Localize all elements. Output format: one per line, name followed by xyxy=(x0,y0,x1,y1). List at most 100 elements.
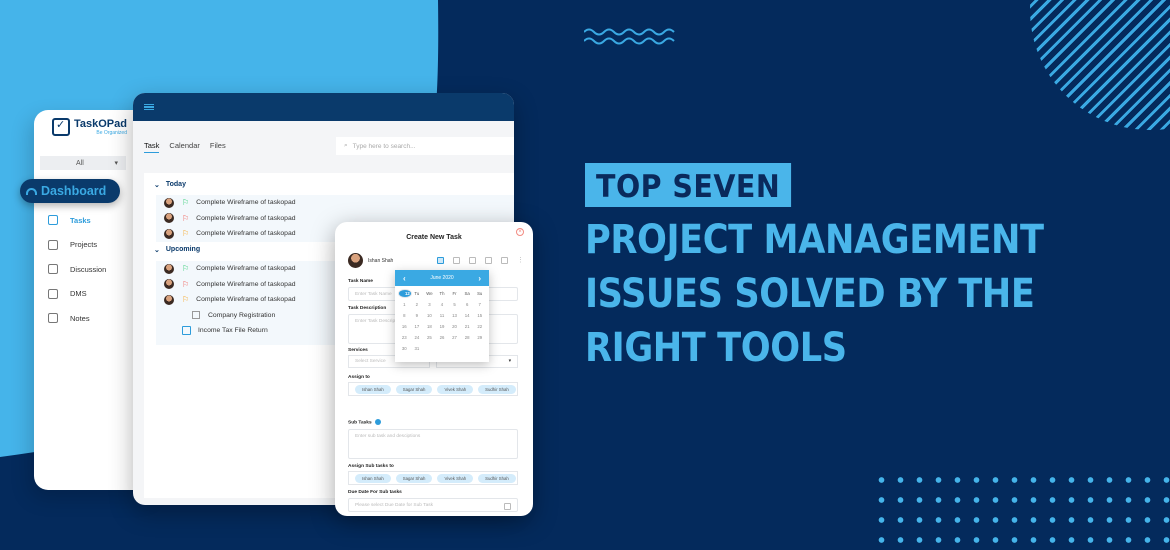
more-options-icon[interactable]: ⋮ xyxy=(517,257,524,264)
projects-icon xyxy=(48,239,58,250)
flag-icon: ⚐ xyxy=(182,295,190,305)
filter-value: All xyxy=(76,159,84,167)
calendar-day[interactable]: 22 xyxy=(473,322,486,331)
assignee-chip[interactable]: Sagar Shah xyxy=(395,384,433,394)
calendar-day[interactable]: 4 xyxy=(436,300,449,309)
sub-tasks-input[interactable]: Enter sub task and desciptions xyxy=(348,429,518,459)
task-title: Complete Wireframe of taskopad xyxy=(196,230,296,238)
add-subtask-icon[interactable] xyxy=(374,419,381,425)
group-header-today[interactable]: ⌄ Today xyxy=(154,181,186,189)
calendar-day[interactable]: 19 xyxy=(436,322,449,331)
chevron-left-icon[interactable]: ‹ xyxy=(403,274,406,283)
calendar-day[interactable]: 13 xyxy=(448,311,461,320)
calendar-day[interactable]: 3 xyxy=(423,300,436,309)
main-tabs: Task Calendar Files xyxy=(144,141,226,153)
avatar xyxy=(164,279,174,290)
close-icon[interactable]: × xyxy=(516,228,524,236)
task-row[interactable]: ⚐ Complete Wireframe of taskopad xyxy=(156,195,514,211)
calendar-day[interactable]: 1 xyxy=(398,300,411,309)
assignee-chip[interactable]: Vivek Shah xyxy=(437,473,474,483)
due-date-placeholder: Please select Due Date for Sub Task xyxy=(355,503,434,508)
sidebar-item-notes[interactable]: Notes xyxy=(48,306,106,331)
date-picker-header: ‹ June 2020 › xyxy=(395,270,489,286)
calendar-day[interactable]: 6 xyxy=(461,300,474,309)
sidebar-item-label: Discussion xyxy=(70,264,107,274)
calendar-day[interactable]: 31 xyxy=(411,344,424,353)
sub-tasks-text: Sub Tasks xyxy=(348,420,372,426)
calendar-day[interactable]: 9 xyxy=(411,311,424,320)
calendar-day[interactable]: 10 xyxy=(423,311,436,320)
sidebar-item-discussion[interactable]: Discussion xyxy=(48,257,106,282)
assignee-chip[interactable]: Sudhir Shah xyxy=(478,473,516,483)
chevron-right-icon[interactable]: › xyxy=(478,274,481,283)
search-input[interactable]: ⌕ Type here to search... xyxy=(336,137,514,155)
calendar-day[interactable]: 26 xyxy=(436,333,449,342)
calendar-day[interactable]: 20 xyxy=(448,322,461,331)
group-header-upcoming[interactable]: ⌄ Upcoming xyxy=(154,246,200,254)
assignee-chip[interactable]: Ishan Shah xyxy=(355,473,391,483)
tab-files[interactable]: Files xyxy=(210,141,226,153)
assignee-chip[interactable]: Ishan Shah xyxy=(355,384,391,394)
calendar-day[interactable]: 29 xyxy=(473,333,486,342)
subtask-icon xyxy=(192,311,200,320)
assign-to-label: Assign to xyxy=(348,375,370,380)
task-name-label: Task Name xyxy=(348,279,373,284)
flag-icon: ⚐ xyxy=(182,213,190,223)
assignee-chip[interactable]: Sudhir Shah xyxy=(478,384,516,394)
calendar-day[interactable]: 15 xyxy=(473,311,486,320)
due-date-input[interactable]: Please select Due Date for Sub Task xyxy=(348,498,518,512)
tab-task[interactable]: Task xyxy=(144,141,160,153)
sidebar-item-tasks[interactable]: Tasks xyxy=(48,208,106,233)
attachment-icon[interactable] xyxy=(485,257,492,264)
task-title: Complete Wireframe of taskopad xyxy=(196,280,296,288)
avatar xyxy=(164,213,174,224)
dot-grid-decoration xyxy=(872,470,1170,550)
users-icon[interactable] xyxy=(469,257,476,264)
calendar-day[interactable]: 14 xyxy=(461,311,474,320)
task-title: Complete Wireframe of taskopad xyxy=(196,199,296,207)
tab-calendar[interactable]: Calendar xyxy=(169,141,199,153)
calendar-day[interactable]: 8 xyxy=(398,311,411,320)
assignee-chip[interactable]: Vivek Shah xyxy=(437,384,474,394)
flag-icon[interactable] xyxy=(501,257,508,264)
group-title: Today xyxy=(165,181,186,188)
calendar-day[interactable]: 28 xyxy=(461,333,474,342)
calendar-day[interactable]: 18 xyxy=(423,322,436,331)
calendar-icon xyxy=(182,326,191,336)
task-title: Complete Wireframe of taskopad xyxy=(196,296,296,304)
calendar-day[interactable]: 7 xyxy=(473,300,486,309)
calendar-day[interactable]: 16 xyxy=(398,322,411,331)
calendar-day[interactable]: 11 xyxy=(436,311,449,320)
logo-subtitle: Be Organized xyxy=(96,130,127,136)
sidebar-item-projects[interactable]: Projects xyxy=(48,233,106,258)
headline-line: ISSUES SOLVED BY THE xyxy=(585,271,1035,317)
weekday-label: Su xyxy=(477,291,483,296)
sidebar-item-dms[interactable]: DMS xyxy=(48,282,106,307)
assignee-chip[interactable]: Sagar Shah xyxy=(395,473,433,483)
schedule-icon[interactable] xyxy=(453,257,460,264)
calendar-day-selected[interactable]: 12 xyxy=(398,289,412,298)
task-title: Complete Wireframe of taskopad xyxy=(196,214,296,222)
calendar-day[interactable]: 21 xyxy=(461,322,474,331)
dashboard-button[interactable]: Dashboard xyxy=(20,179,120,203)
calendar-day[interactable]: 30 xyxy=(398,344,411,353)
calendar-day[interactable]: 17 xyxy=(411,322,424,331)
hamburger-menu-icon[interactable] xyxy=(144,104,154,110)
calendar-day[interactable]: 2 xyxy=(411,300,424,309)
filter-select[interactable]: All ▾ xyxy=(40,156,126,170)
sidebar-menu: Tasks Projects Discussion DMS Notes xyxy=(48,208,106,331)
month-label: June 2020 xyxy=(430,275,454,281)
headline: TOP SEVEN PROJECT MANAGEMENT ISSUES SOLV… xyxy=(585,163,1106,375)
weekday-label: Tu xyxy=(414,291,420,296)
sidebar-item-label: Projects xyxy=(70,240,98,250)
calendar-icon[interactable] xyxy=(437,257,444,264)
weekday-label: Sa xyxy=(464,291,470,296)
task-description-label: Task Description xyxy=(348,306,387,311)
calendar-day[interactable]: 27 xyxy=(448,333,461,342)
calendar-day[interactable]: 5 xyxy=(448,300,461,309)
avatar xyxy=(164,228,174,239)
calendar-day[interactable]: 25 xyxy=(423,333,436,342)
calendar-day[interactable]: 23 xyxy=(398,333,411,342)
date-picker: ‹ June 2020 › MoTuWeThFrSaSu123456789101… xyxy=(395,270,489,362)
calendar-day[interactable]: 24 xyxy=(411,333,424,342)
